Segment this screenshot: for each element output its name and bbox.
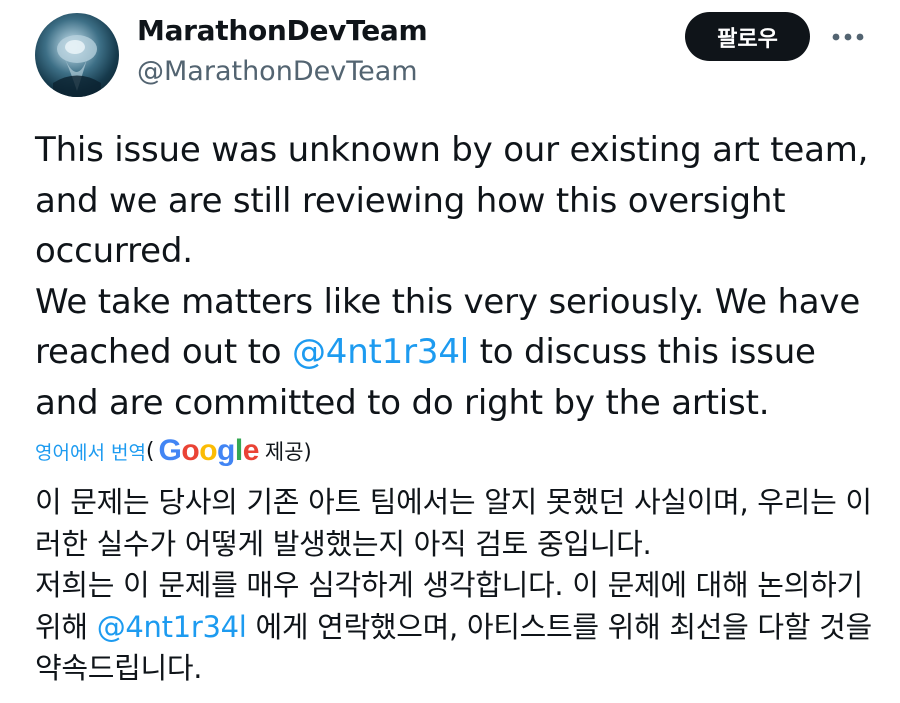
- mention-link[interactable]: @4nt1r34l: [292, 332, 469, 372]
- tweet-paragraph-2: We take matters like this very seriously…: [35, 277, 875, 429]
- translated-text: 이 문제는 당사의 기존 아트 팀에서는 알지 못했던 사실이며, 우리는 이러…: [35, 482, 880, 690]
- tweet-text: This issue was unknown by our existing a…: [35, 125, 875, 428]
- translated-paragraph-2: 저희는 이 문제를 매우 심각하게 생각합니다. 이 문제에 대해 논의하기 위…: [35, 565, 880, 690]
- author-handle[interactable]: @MarathonDevTeam: [137, 56, 418, 87]
- author-display-name[interactable]: MarathonDevTeam: [137, 14, 428, 47]
- translated-mention-link[interactable]: @4nt1r34l: [97, 610, 247, 644]
- follow-button[interactable]: 팔로우: [685, 12, 810, 61]
- avatar-image: [53, 35, 101, 97]
- more-horizontal-icon: [832, 33, 864, 41]
- more-options-button[interactable]: [828, 20, 868, 54]
- translated-from-english-link[interactable]: 영어에서 번역: [35, 438, 146, 465]
- avatar[interactable]: [35, 13, 119, 97]
- open-paren: (: [145, 438, 155, 464]
- tweet-paragraph-1: This issue was unknown by our existing a…: [35, 130, 869, 271]
- provided-by-label: 제공): [264, 440, 312, 464]
- translation-attribution: 영어에서 번역 ( Google 제공): [35, 433, 312, 469]
- google-logo: Google: [158, 434, 260, 467]
- translated-paragraph-1: 이 문제는 당사의 기존 아트 팀에서는 알지 못했던 사실이며, 우리는 이러…: [35, 485, 872, 561]
